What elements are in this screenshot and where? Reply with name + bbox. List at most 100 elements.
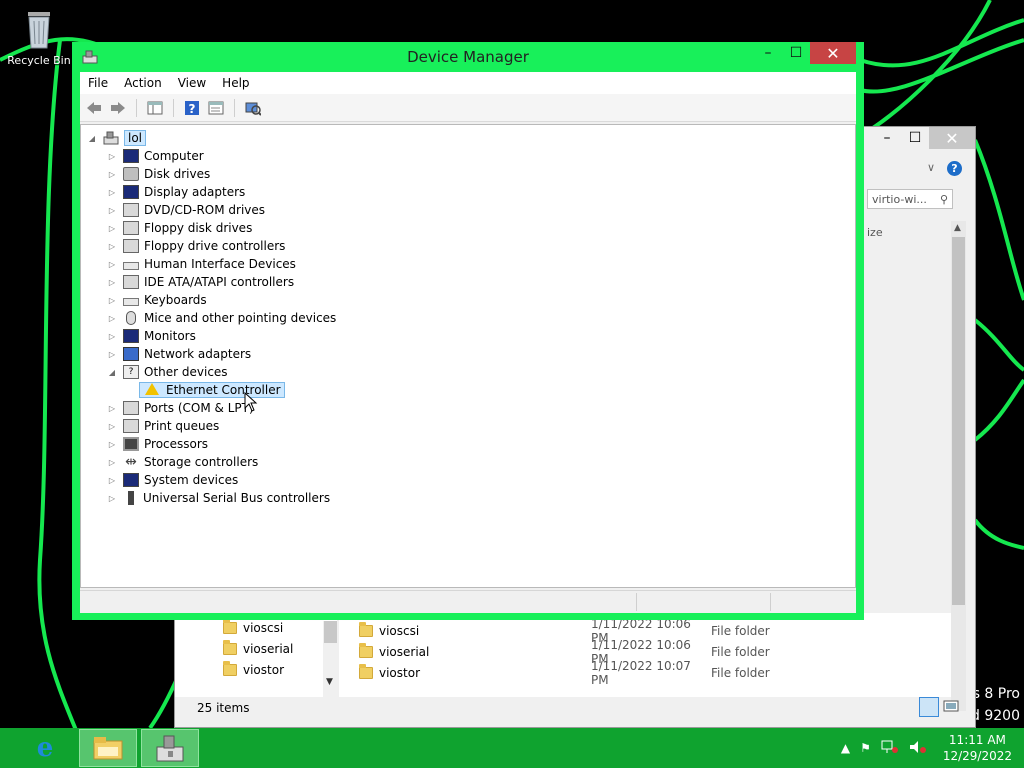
help-icon[interactable]: ? [947, 161, 962, 176]
tree-root[interactable]: ◢ lol [87, 129, 147, 147]
tree-item-keyboards[interactable]: ▷ Keyboards [107, 291, 207, 309]
tree-item-human-interface-devices[interactable]: ▷ Human Interface Devices [107, 255, 296, 273]
tree-item-other-devices[interactable]: ◢? Other devices [107, 363, 228, 381]
taskbar-internet-explorer[interactable]: e [16, 729, 74, 767]
tree-item-print-queues[interactable]: ▷ Print queues [107, 417, 219, 435]
tree-item-dvd-drives[interactable]: ▷ DVD/CD-ROM drives [107, 201, 265, 219]
expand-icon[interactable]: ▷ [107, 242, 117, 251]
expand-icon[interactable]: ▷ [107, 206, 117, 215]
back-arrow-icon[interactable] [84, 98, 104, 118]
expand-icon[interactable]: ▷ [107, 152, 117, 161]
collapse-icon[interactable]: ◢ [107, 368, 117, 377]
tree-item-system-devices[interactable]: ▷ System devices [107, 471, 238, 489]
dvd-drive-icon [123, 203, 139, 217]
close-button[interactable]: ✕ [929, 127, 975, 149]
expand-icon[interactable]: ▷ [107, 440, 117, 449]
expand-icon[interactable]: ▷ [107, 314, 117, 323]
tree-item-storage-controllers[interactable]: ▷ ⇹ Storage controllers [107, 453, 258, 471]
window-controls: – ☐ ✕ [754, 42, 856, 64]
expand-icon[interactable]: ▷ [107, 422, 117, 431]
expand-icon[interactable]: ▷ [107, 494, 117, 503]
search-input[interactable]: virtio-wi... ⚲ [867, 189, 953, 209]
file-date: 1/11/2022 10:07 PM [591, 659, 691, 687]
folder-icon [359, 643, 373, 658]
usb-icon [128, 491, 134, 505]
tree-item-label: IDE ATA/ATAPI controllers [144, 275, 295, 289]
chevron-down-icon[interactable]: ∨ [927, 161, 935, 174]
clock[interactable]: 11:11 AM 12/29/2022 [943, 732, 1012, 764]
tree-item-floppy-disk-drives[interactable]: ▷ Floppy disk drives [107, 219, 252, 237]
expand-icon[interactable]: ▷ [107, 224, 117, 233]
device-manager-window[interactable]: Device Manager – ☐ ✕ File Action View He… [72, 42, 864, 620]
expand-icon[interactable]: ▷ [107, 296, 117, 305]
action-center-flag-icon[interactable]: ⚑ [860, 741, 871, 755]
taskbar-device-manager[interactable] [141, 729, 199, 767]
search-icon: ⚲ [939, 193, 948, 206]
expand-icon[interactable]: ▷ [107, 278, 117, 287]
expand-icon[interactable]: ▷ [107, 458, 117, 467]
tree-item-processors[interactable]: ▷ Processors [107, 435, 208, 453]
tree-item-computer[interactable]: ▷ Computer [107, 147, 204, 165]
file-type: File folder [711, 624, 770, 638]
expand-icon[interactable]: ▷ [107, 350, 117, 359]
clock-date: 12/29/2022 [942, 749, 1012, 763]
expand-icon[interactable]: ▷ [107, 404, 117, 413]
menu-action[interactable]: Action [116, 76, 170, 90]
system-tray: ▲ ⚑ 11:11 AM 12/29/2022 [841, 728, 1012, 768]
expand-icon[interactable]: ▷ [107, 260, 117, 269]
expand-icon[interactable]: ▷ [107, 332, 117, 341]
menu-view[interactable]: View [170, 76, 214, 90]
maximize-button[interactable]: ☐ [901, 127, 929, 149]
vertical-scrollbar[interactable]: ▲ [951, 221, 966, 711]
menu-help[interactable]: Help [214, 76, 257, 90]
close-button[interactable]: ✕ [810, 42, 856, 64]
tree-item-label: Other devices [144, 365, 228, 379]
nav-item-label: viostor [243, 663, 285, 677]
tree-item-ethernet-controller[interactable]: Ethernet Controller [139, 381, 285, 399]
help-icon[interactable]: ? [182, 98, 202, 118]
file-row[interactable]: viostor 1/11/2022 10:07 PM File folder [359, 659, 770, 687]
minimize-icon: – [764, 45, 772, 61]
scroll-down-icon[interactable]: ▼ [326, 677, 333, 687]
tree-item-disk-drives[interactable]: ▷ Disk drives [107, 165, 210, 183]
nav-scrollbar-thumb[interactable] [324, 621, 337, 643]
expand-icon[interactable]: ▷ [107, 188, 117, 197]
tree-item-monitors[interactable]: ▷ Monitors [107, 327, 196, 345]
scroll-up-icon[interactable]: ▲ [954, 223, 961, 233]
details-view-button[interactable] [919, 697, 939, 717]
properties-icon[interactable] [206, 98, 226, 118]
tree-item-mice[interactable]: ▷ Mice and other pointing devices [107, 309, 336, 327]
scrollbar-thumb[interactable] [952, 237, 965, 605]
scan-hardware-icon[interactable] [243, 98, 263, 118]
tree-item-ports[interactable]: ▷ Ports (COM & LPT) [107, 399, 254, 417]
taskbar-file-explorer[interactable] [79, 729, 137, 767]
taskbar: e ▲ ⚑ 11:11 AM 12/29/2022 [0, 728, 1024, 768]
tree-item-ide-controllers[interactable]: ▷ IDE ATA/ATAPI controllers [107, 273, 294, 291]
expand-icon[interactable]: ▷ [107, 170, 117, 179]
large-icons-view-button[interactable] [943, 699, 959, 713]
column-header-size[interactable]: ize [867, 226, 883, 239]
show-hidden-icons-icon[interactable]: ▲ [841, 741, 850, 755]
expand-icon[interactable]: ▷ [107, 476, 117, 485]
tree-item-display-adapters[interactable]: ▷ Display adapters [107, 183, 245, 201]
minimize-button[interactable]: – [754, 42, 782, 64]
recycle-bin[interactable]: Recycle Bin [4, 6, 74, 67]
menu-file[interactable]: File [80, 76, 116, 90]
tree-item-usb-controllers[interactable]: ▷ Universal Serial Bus controllers [107, 489, 330, 507]
tree-item-network-adapters[interactable]: ▷ Network adapters [107, 345, 251, 363]
nav-item[interactable]: viostor [223, 661, 285, 677]
minimize-button[interactable]: – [873, 127, 901, 149]
network-icon[interactable] [881, 740, 899, 757]
nav-item[interactable]: vioserial [223, 640, 293, 656]
tree-item-floppy-drive-controllers[interactable]: ▷ Floppy drive controllers [107, 237, 285, 255]
collapse-icon[interactable]: ◢ [87, 134, 97, 143]
nav-scrollbar[interactable]: ▼ [323, 621, 338, 697]
maximize-button[interactable]: ☐ [782, 42, 810, 64]
volume-icon[interactable] [909, 740, 927, 757]
forward-arrow-icon[interactable] [108, 98, 128, 118]
nav-item[interactable]: vioscsi [223, 619, 283, 635]
folder-icon [223, 661, 237, 676]
file-name: viostor [379, 666, 421, 680]
file-name: vioscsi [379, 624, 420, 638]
show-hide-console-tree-icon[interactable] [145, 98, 165, 118]
